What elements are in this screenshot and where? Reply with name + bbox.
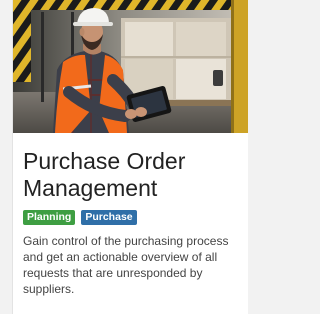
tag-planning[interactable]: Planning — [23, 210, 76, 225]
card-image[interactable] — [13, 0, 248, 133]
card-title[interactable]: Purchase Order Management — [23, 148, 247, 202]
tag-purchase[interactable]: Purchase — [81, 210, 137, 225]
solution-card[interactable]: Purchase Order Management Planning Purch… — [12, 0, 248, 314]
card-description: Gain control of the purchasing process a… — [23, 234, 229, 296]
tag-list: Planning Purchase — [23, 210, 137, 225]
